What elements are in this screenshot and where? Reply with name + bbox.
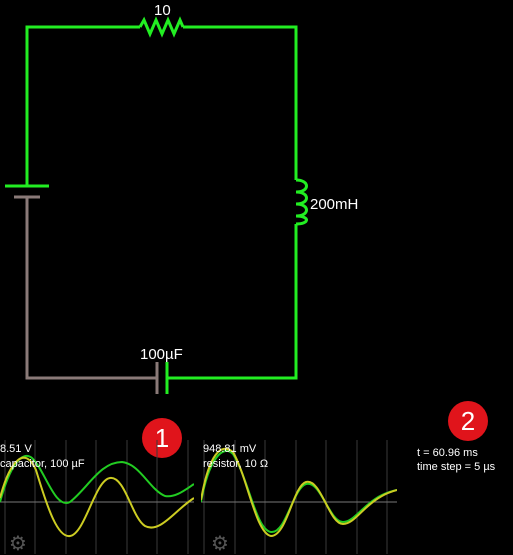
resistor[interactable] <box>138 16 185 38</box>
scope-resistor[interactable]: 948.81 mV resistor, 10 Ω ⚙ <box>201 440 397 554</box>
simulation-time-step: time step = 5 µs <box>417 461 496 473</box>
inductor[interactable] <box>295 178 308 226</box>
right-wire[interactable] <box>167 224 298 380</box>
circuit-canvas[interactable] <box>0 0 513 420</box>
left-bottom-wire[interactable] <box>25 197 157 380</box>
voltage-source[interactable] <box>5 184 49 199</box>
resistor-label: 10 <box>154 2 171 19</box>
scope-1-value: 8.51 V <box>0 443 32 455</box>
gear-icon[interactable]: ⚙ <box>9 534 27 554</box>
scope-2-description: resistor, 10 Ω <box>203 458 269 470</box>
scope-2-value: 948.81 mV <box>203 443 257 455</box>
top-wire[interactable] <box>25 25 298 186</box>
annotation-badge-2: 2 <box>448 401 488 441</box>
capacitor[interactable] <box>155 362 169 394</box>
gear-icon[interactable]: ⚙ <box>211 534 229 554</box>
simulation-time: t = 60.96 ms <box>417 447 478 459</box>
scope-1-description: capacitor, 100 µF <box>0 458 85 470</box>
simulation-info: t = 60.96 ms time step = 5 µs <box>417 446 495 474</box>
inductor-label: 200mH <box>310 196 359 213</box>
capacitor-label: 100µF <box>140 346 183 363</box>
scope-capacitor[interactable]: 8.51 V capacitor, 100 µF ⚙ <box>0 440 194 554</box>
